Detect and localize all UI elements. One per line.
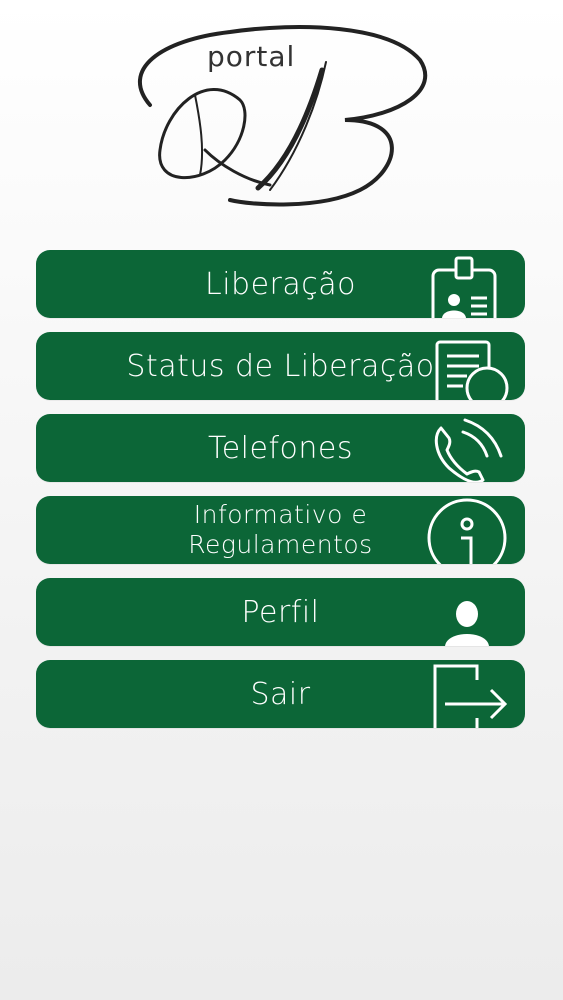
phone-icon (434, 418, 503, 482)
logo-monogram-icon (137, 25, 428, 207)
menu-button-liberacao[interactable]: Liberação (36, 250, 525, 318)
menu-button-telefones[interactable]: Telefones (36, 414, 525, 482)
portal-logo: portal (0, 0, 563, 225)
menu-button-perfil[interactable]: Perfil (36, 578, 525, 646)
info-icon (427, 498, 507, 564)
main-menu: Liberação Status de Liberação Telefones (36, 250, 525, 742)
exit-icon (433, 664, 508, 728)
menu-button-sair[interactable]: Sair (36, 660, 525, 728)
menu-button-status-liberacao[interactable]: Status de Liberação (36, 332, 525, 400)
menu-button-informativo[interactable]: Informativo e Regulamentos (36, 496, 525, 564)
id-badge-icon (431, 256, 497, 318)
document-user-icon (435, 340, 509, 400)
user-icon (445, 601, 489, 646)
